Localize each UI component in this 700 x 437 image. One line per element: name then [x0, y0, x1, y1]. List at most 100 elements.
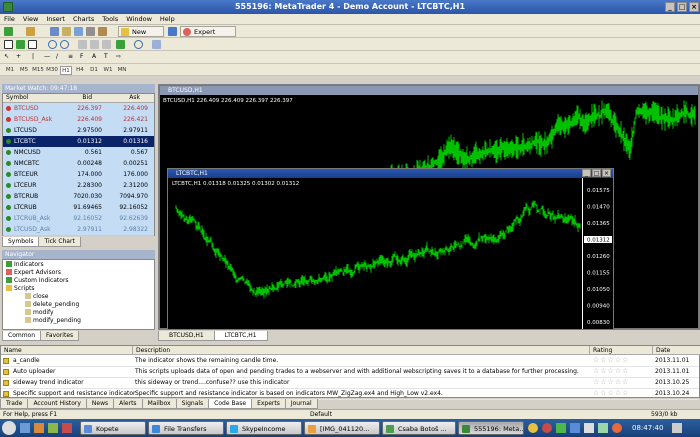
tray-network-icon[interactable]	[556, 423, 566, 433]
chart-window-ltcbtc[interactable]: LTCBTC,H1 _ □ × LTCBTC,H1 0.01318 0.0132…	[167, 168, 614, 330]
tray-skype-icon[interactable]	[528, 423, 538, 433]
show-desktop-icon[interactable]	[672, 423, 682, 433]
bar-chart-icon[interactable]	[4, 40, 13, 49]
task-metatrader[interactable]: 555196: Meta...	[458, 421, 524, 435]
column-name[interactable]: Name	[1, 346, 133, 355]
menu-file[interactable]: File	[0, 14, 19, 25]
tray-bluetooth-icon[interactable]	[570, 423, 580, 433]
row-rating[interactable]: ☆☆☆☆☆	[593, 388, 629, 399]
nav-script-modify-pending[interactable]: modify_pending	[25, 317, 81, 325]
terminal-tab-news[interactable]: News	[85, 399, 115, 409]
tab-chart-ltcbtc[interactable]: LTCBTC,H1	[213, 331, 268, 341]
horizontal-line-icon[interactable]: —	[44, 53, 53, 62]
terminal-tab-journal[interactable]: Journal	[284, 399, 318, 409]
timeframe-m5[interactable]: M5	[18, 66, 30, 75]
tab-common[interactable]: Common	[2, 331, 42, 341]
tray-alert-icon[interactable]	[542, 423, 552, 433]
task-file-transfers[interactable]: File Transfers	[148, 421, 224, 435]
row-rating[interactable]: ☆☆☆☆☆	[593, 355, 629, 366]
line-chart-icon[interactable]	[28, 40, 37, 49]
column-bid[interactable]: Bid	[82, 94, 92, 102]
desktop-icon[interactable]	[20, 423, 30, 433]
row-rating[interactable]: ☆☆☆☆☆	[593, 366, 629, 377]
task-chat[interactable]: Csaba Botoš ...	[382, 421, 456, 435]
market-watch-icon[interactable]	[50, 27, 59, 36]
tile-windows-icon[interactable]	[78, 40, 87, 49]
terminal-tab-alerts[interactable]: Alerts	[113, 399, 143, 409]
column-ask[interactable]: Ask	[129, 94, 140, 102]
templates-icon[interactable]	[152, 40, 161, 49]
timeframe-h4[interactable]: H4	[74, 66, 86, 75]
timeframe-m30[interactable]: M30	[46, 66, 58, 75]
column-description[interactable]: Description	[133, 346, 590, 355]
nav-scripts[interactable]: Scripts	[6, 285, 35, 293]
column-rating[interactable]: Rating	[590, 346, 653, 355]
strategy-tester-icon[interactable]	[98, 27, 107, 36]
column-symbol[interactable]: Symbol	[6, 94, 28, 102]
profiles-icon[interactable]	[26, 27, 35, 36]
chart-close-button[interactable]: ×	[602, 169, 611, 177]
terminal-tab-experts[interactable]: Experts	[251, 399, 286, 409]
task-skypeincome[interactable]: SkypeIncome	[226, 421, 302, 435]
terminal-tab-trade[interactable]: Trade	[0, 399, 29, 409]
close-button[interactable]: ×	[689, 2, 699, 12]
cursor-icon[interactable]: ↖	[4, 53, 13, 62]
menu-help[interactable]: Help	[156, 14, 179, 25]
task-image-viewer[interactable]: [IMG_041120...	[304, 421, 380, 435]
new-chart-icon[interactable]	[4, 27, 13, 36]
zoom-in-icon[interactable]	[48, 40, 57, 49]
tray-volume-icon[interactable]	[584, 423, 594, 433]
maximize-button[interactable]: □	[677, 2, 687, 12]
text-label-icon[interactable]: A	[92, 53, 101, 62]
menu-charts[interactable]: Charts	[69, 14, 98, 25]
timeframe-h1[interactable]: H1	[60, 66, 72, 75]
tab-favorites[interactable]: Favorites	[40, 331, 80, 341]
terminal-tab-account-history[interactable]: Account History	[27, 399, 87, 409]
tab-tick-chart[interactable]: Tick Chart	[38, 237, 81, 247]
fibonacci-icon[interactable]: F	[80, 53, 89, 62]
periodicity-icon[interactable]	[134, 40, 143, 49]
terminal-icon[interactable]	[86, 27, 95, 36]
timeframe-mn[interactable]: MN	[116, 66, 128, 75]
chart-shift-icon[interactable]	[90, 40, 99, 49]
zoom-out-icon[interactable]	[60, 40, 69, 49]
tray-update-icon[interactable]	[612, 423, 622, 433]
nav-script-close[interactable]: close	[25, 293, 48, 301]
nav-indicators[interactable]: Indicators	[6, 261, 44, 269]
app-launcher-icon[interactable]	[62, 423, 72, 433]
row-rating[interactable]: ☆☆☆☆☆	[593, 377, 629, 388]
text-icon[interactable]: T	[104, 53, 113, 62]
column-date[interactable]: Date	[653, 346, 700, 355]
menu-view[interactable]: View	[19, 14, 42, 25]
terminal-tab-code-base[interactable]: Code Base	[208, 399, 253, 409]
metaeditor-icon[interactable]	[168, 27, 177, 36]
nav-script-modify[interactable]: modify	[25, 309, 54, 317]
menu-tools[interactable]: Tools	[98, 14, 122, 25]
chart-minimize-button[interactable]: _	[582, 169, 591, 177]
auto-scroll-icon[interactable]	[102, 40, 111, 49]
nav-script-delete-pending[interactable]: delete_pending	[25, 301, 79, 309]
tab-chart-btcusd[interactable]: BTCUSD,H1	[158, 331, 215, 341]
timeframe-w1[interactable]: W1	[102, 66, 114, 75]
minimize-button[interactable]: _	[665, 2, 675, 12]
timeframe-m15[interactable]: M15	[32, 66, 44, 75]
market-watch-row[interactable]: LTCUSD_Ask 2.97911 2.98322	[3, 224, 154, 236]
timeframe-d1[interactable]: D1	[88, 66, 100, 75]
nav-custom-indicators[interactable]: Custom Indicators	[6, 277, 69, 285]
trendline-icon[interactable]: /	[56, 53, 65, 62]
chart-maximize-button[interactable]: □	[592, 169, 601, 177]
files-icon[interactable]	[48, 423, 58, 433]
terminal-tab-mailbox[interactable]: Mailbox	[141, 399, 177, 409]
arrows-icon[interactable]: ⇨	[116, 53, 125, 62]
nav-expert-advisors[interactable]: Expert Advisors	[6, 269, 61, 277]
taskbar-clock[interactable]: 08:47:40	[632, 421, 663, 435]
task-kopete[interactable]: Kopete	[80, 421, 146, 435]
timeframe-m1[interactable]: M1	[4, 66, 16, 75]
start-menu-icon[interactable]	[2, 421, 16, 435]
menu-window[interactable]: Window	[122, 14, 156, 25]
tab-symbols[interactable]: Symbols	[2, 237, 40, 247]
metatrader-app-icon[interactable]	[3, 2, 13, 12]
tray-battery-icon[interactable]	[598, 423, 608, 433]
data-window-icon[interactable]	[62, 27, 71, 36]
menu-insert[interactable]: Insert	[42, 14, 69, 25]
